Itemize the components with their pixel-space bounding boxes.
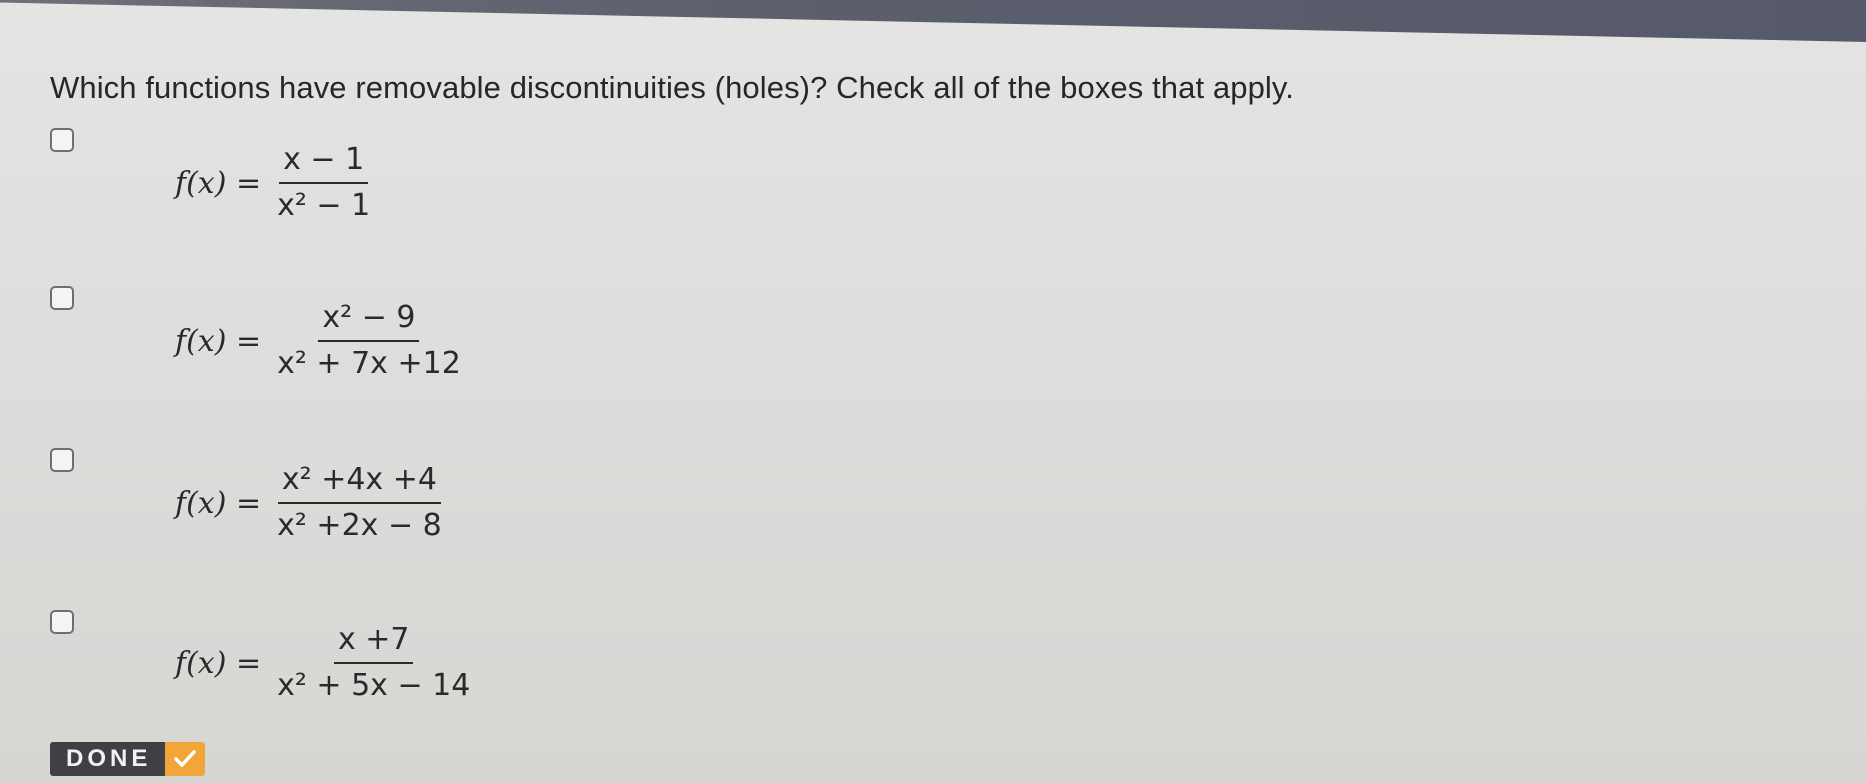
option-1-fraction: x − 1 x² − 1 <box>273 142 374 224</box>
checkmark-icon <box>165 742 206 776</box>
option-3-fraction: x² +4x +4 x² +2x − 8 <box>273 462 446 544</box>
option-2-lhs: f(x) = <box>175 323 262 359</box>
option-4-checkbox[interactable] <box>50 610 74 634</box>
option-3-formula: f(x) = x² +4x +4 x² +2x − 8 <box>175 462 446 544</box>
option-2-checkbox[interactable] <box>50 286 74 310</box>
option-2-denominator: x² + 7x +12 <box>277 346 461 381</box>
option-1-denominator: x² − 1 <box>277 188 371 223</box>
option-4-lhs: f(x) = <box>175 645 262 681</box>
option-2-fraction: x² − 9 x² + 7x +12 <box>273 300 465 382</box>
option-4-denominator: x² + 5x − 14 <box>277 668 471 703</box>
option-1-lhs: f(x) = <box>175 165 262 201</box>
option-1-numerator: x − 1 <box>279 142 369 184</box>
option-3-numerator: x² +4x +4 <box>277 462 441 504</box>
done-button[interactable]: DONE <box>50 742 206 776</box>
option-4-formula: f(x) = x +7 x² + 5x − 14 <box>175 622 474 704</box>
option-4-fraction: x +7 x² + 5x − 14 <box>273 622 474 704</box>
option-3-checkbox[interactable] <box>50 448 74 472</box>
top-bar <box>0 0 1866 42</box>
done-button-label: DONE <box>50 742 166 776</box>
option-3-lhs: f(x) = <box>175 485 262 521</box>
question-prompt: Which functions have removable discontin… <box>50 70 1294 105</box>
option-2-formula: f(x) = x² − 9 x² + 7x +12 <box>175 300 465 382</box>
option-2-numerator: x² − 9 <box>318 300 420 342</box>
option-1-formula: f(x) = x − 1 x² − 1 <box>175 142 374 224</box>
option-3-denominator: x² +2x − 8 <box>277 508 442 543</box>
option-1-checkbox[interactable] <box>50 128 74 152</box>
option-4-numerator: x +7 <box>333 622 414 664</box>
